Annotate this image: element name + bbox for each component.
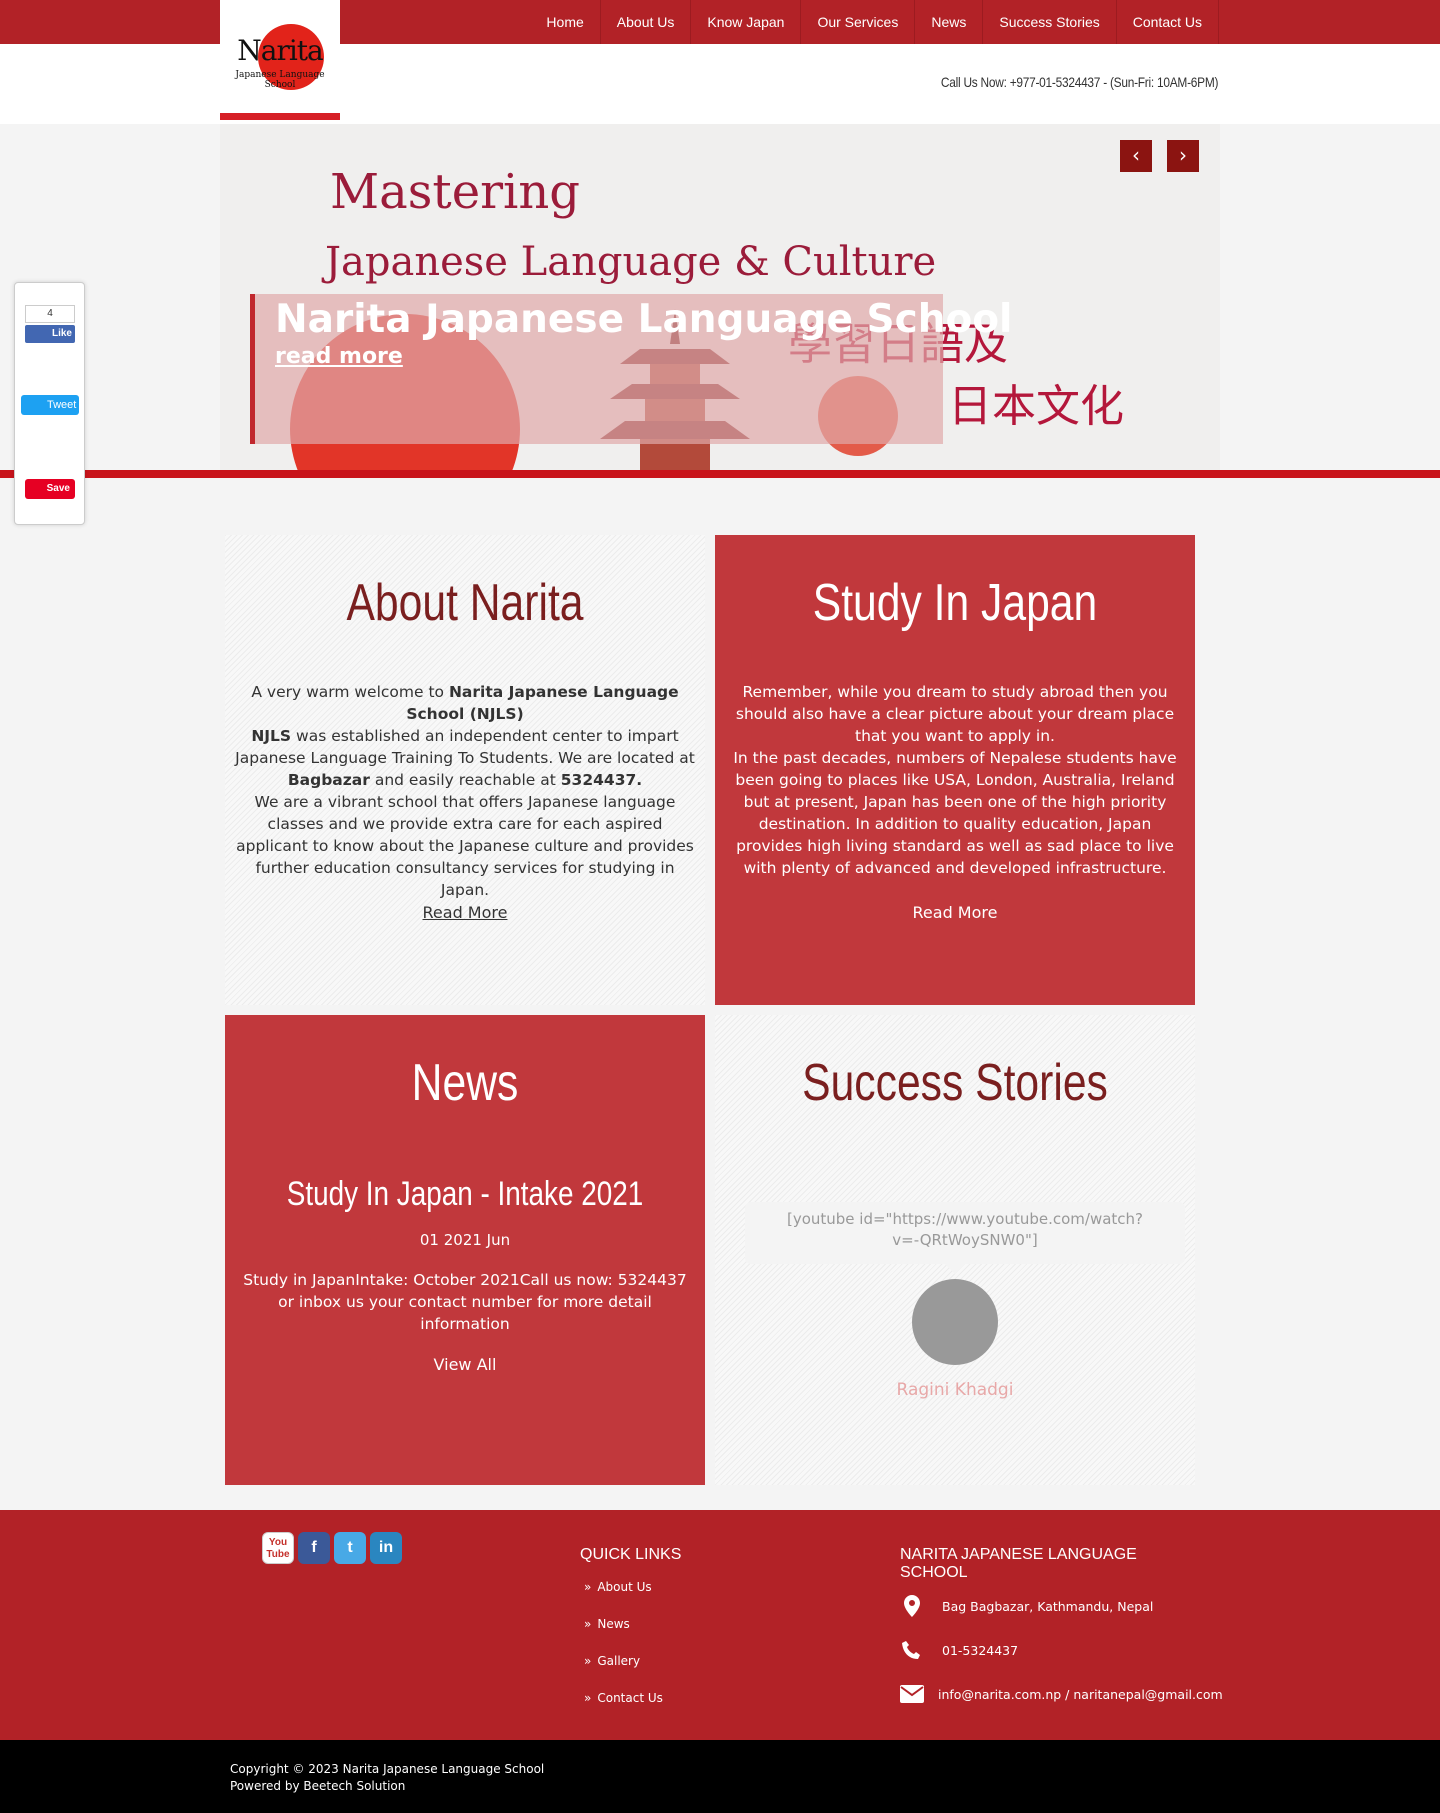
nav-success-stories[interactable]: Success Stories (982, 0, 1115, 44)
news-item-text: Study in JapanIntake: October 2021Call u… (243, 1271, 687, 1333)
phone-text: 5324437. (560, 771, 643, 789)
about-read-more-link[interactable]: Read More (225, 903, 705, 922)
linkedin-icon[interactable]: in (370, 1532, 402, 1564)
quick-link-label: News (597, 1617, 630, 1631)
news-item-date: 01 2021 Jun (419, 1231, 511, 1249)
youtube-icon-text-bottom: Tube (266, 1549, 290, 1560)
about-paragraph-3: We are a vibrant school that offers Japa… (236, 793, 694, 899)
nav-news[interactable]: News (914, 0, 982, 44)
powered-by-text: Powered by Beetech Solution (230, 1779, 406, 1793)
about-paragraph-2: NJLS was established an independent cent… (235, 725, 695, 791)
about-title: About Narita (346, 574, 584, 632)
bullet-icon: » (584, 1654, 592, 1668)
about-text: A very warm welcome to (251, 683, 449, 701)
site-logo[interactable]: Narita Japanese Language School (220, 0, 340, 120)
news-title: News (411, 1054, 519, 1112)
study-read-more-link[interactable]: Read More (715, 903, 1195, 922)
tweet-button[interactable]: Tweet (21, 395, 79, 415)
quick-link-label: Gallery (597, 1654, 641, 1668)
study-title: Study In Japan (812, 574, 1098, 632)
logo-name: Narita (237, 34, 323, 67)
hero-slider: Mastering Japanese Language & Culture 學習… (220, 124, 1220, 474)
study-paragraph-1: Remember, while you dream to study abroa… (735, 683, 1175, 745)
testimonial-name: Ragini Khadgi (896, 1380, 1014, 1400)
copyright-bar: Copyright © 2023 Narita Japanese Languag… (0, 1740, 1440, 1813)
quick-link-label: About Us (597, 1580, 652, 1594)
footer-social-icons: You Tube f t in (262, 1532, 402, 1564)
email-link[interactable]: info@narita.com.np / naritanepal@gmail.c… (938, 1687, 1223, 1702)
news-view-all-link[interactable]: View All (225, 1355, 705, 1374)
success-stories-box: Success Stories [youtube id="https://www… (715, 1015, 1195, 1485)
map-pin-icon (900, 1594, 924, 1618)
about-text: and easily reachable at (369, 771, 561, 789)
envelope-icon (900, 1682, 924, 1706)
main-nav: Home About Us Know Japan Our Services Ne… (530, 0, 1219, 44)
nav-about-us[interactable]: About Us (599, 0, 691, 44)
slider-next-arrow-icon[interactable]: › (1167, 140, 1199, 172)
copyright-text: Copyright © 2023 Narita Japanese Languag… (230, 1762, 545, 1776)
testimonial-quote: [youtube id="https://www.youtube.com/wat… (745, 1202, 1185, 1274)
nav-know-japan[interactable]: Know Japan (690, 0, 800, 44)
slider-caption: Narita Japanese Language School read mor… (250, 294, 1012, 444)
contact-title: NARITA JAPANESE LANGUAGE SCHOOL (900, 1546, 1137, 1581)
youtube-icon-text-top: You (268, 1537, 288, 1548)
red-divider-stripe (0, 470, 1440, 478)
phone-text: 01-5324437 (942, 1642, 1019, 1658)
phone-icon (900, 1638, 924, 1662)
youtube-icon[interactable]: You Tube (262, 1532, 294, 1564)
bullet-icon: » (584, 1580, 592, 1594)
avatar (912, 1279, 998, 1365)
success-title: Success Stories (802, 1054, 1108, 1112)
nav-our-services[interactable]: Our Services (800, 0, 914, 44)
quick-links-title: QUICK LINKS (580, 1546, 682, 1563)
quick-link-label: Contact Us (597, 1691, 663, 1705)
news-box: News Study In Japan - Intake 2021 01 202… (225, 1015, 705, 1485)
twitter-icon[interactable]: t (334, 1532, 366, 1564)
contact-address: Bag Bagbazar, Kathmandu, Nepal (900, 1594, 1153, 1618)
quick-link-news[interactable]: » News (584, 1617, 663, 1654)
contact-phone: 01-5324437 (900, 1638, 1018, 1662)
study-in-japan-box: Study In Japan Remember, while you dream… (715, 535, 1195, 1005)
footer: You Tube f t in QUICK LINKS » About Us » Ne… (0, 1510, 1440, 1740)
study-paragraph-2: In the past decades, numbers of Nepalese… (733, 749, 1177, 877)
about-body: A very warm welcome to Narita Japanese L… (235, 681, 695, 901)
slider-heading-culture: Japanese Language & Culture (325, 239, 937, 285)
news-item-title[interactable]: Study In Japan - Intake 2021 (268, 1175, 662, 1214)
facebook-like-button[interactable]: Like (25, 325, 75, 343)
address-text: Bag Bagbazar, Kathmandu, Nepal (942, 1598, 1154, 1614)
about-paragraph-1: A very warm welcome to Narita Japanese L… (235, 681, 695, 725)
slider-read-more-link[interactable]: read more (275, 344, 403, 369)
logo-subtitle: Japanese Language School (235, 70, 325, 90)
facebook-icon[interactable]: f (298, 1532, 330, 1564)
slider-caption-title: Narita Japanese Language School (275, 297, 1013, 342)
social-share-sidebar: 4 Like Tweet Save (14, 282, 85, 525)
nav-contact-us[interactable]: Contact Us (1115, 0, 1219, 44)
njls-text: NJLS (251, 727, 292, 745)
study-body: Remember, while you dream to study abroa… (725, 681, 1185, 879)
quick-links-list: » About Us » News » Gallery » Contact Us (584, 1580, 663, 1728)
facebook-like-count: 4 (25, 305, 75, 323)
contact-email: info@narita.com.np / naritanepal@gmail.c… (900, 1682, 1223, 1706)
slider-prev-arrow-icon[interactable]: ‹ (1120, 140, 1152, 172)
bullet-icon: » (584, 1617, 592, 1631)
quick-link-contact-us[interactable]: » Contact Us (584, 1691, 663, 1728)
quick-link-gallery[interactable]: » Gallery (584, 1654, 663, 1691)
call-us-text: Call Us Now: +977-01-5324437 - (Sun-Fri:… (940, 74, 1219, 90)
about-text: was established an independent center to… (235, 727, 695, 767)
bullet-icon: » (584, 1691, 592, 1705)
nav-home[interactable]: Home (530, 0, 599, 44)
location-text: Bagbazar (287, 771, 370, 789)
top-navigation-bar: Home About Us Know Japan Our Services Ne… (0, 0, 1440, 44)
pinterest-save-button[interactable]: Save (25, 479, 75, 499)
slider-heading-mastering: Mastering (330, 164, 581, 220)
quick-link-about-us[interactable]: » About Us (584, 1580, 663, 1617)
about-box: About Narita A very warm welcome to Nari… (225, 535, 705, 1005)
header-strip (0, 44, 1440, 124)
